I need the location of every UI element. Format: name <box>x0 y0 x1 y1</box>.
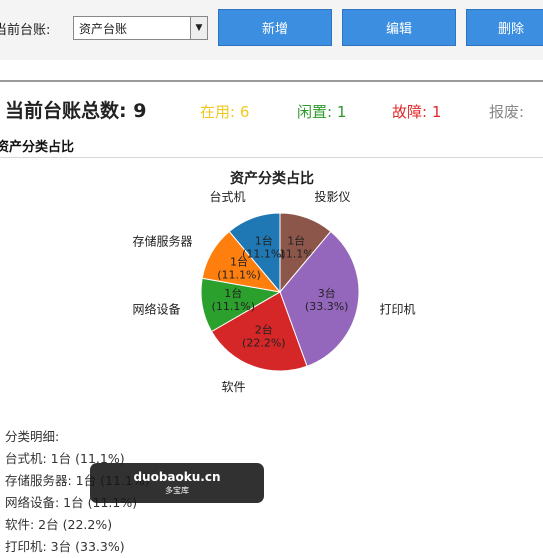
slice-category-label: 软件 <box>221 380 245 394</box>
watermark-line2: 多宝库 <box>165 486 189 495</box>
slice-category-label: 网络设备 <box>132 302 180 317</box>
slice-category-label: 打印机 <box>380 303 416 317</box>
detail-heading: 分类明细: <box>5 429 60 444</box>
slice-category-label: 存储服务器 <box>132 234 192 249</box>
detail-line: 软件: 2台 (22.2%) <box>5 517 113 532</box>
watermark-line1: duobaoku.cn <box>133 470 221 484</box>
slice-category-label: 台式机 <box>209 189 245 204</box>
watermark-badge: duobaoku.cn 多宝库 <box>90 463 264 503</box>
slice-category-label: 投影仪 <box>315 189 351 204</box>
detail-line: 打印机: 3台 (33.3%) <box>5 539 125 554</box>
